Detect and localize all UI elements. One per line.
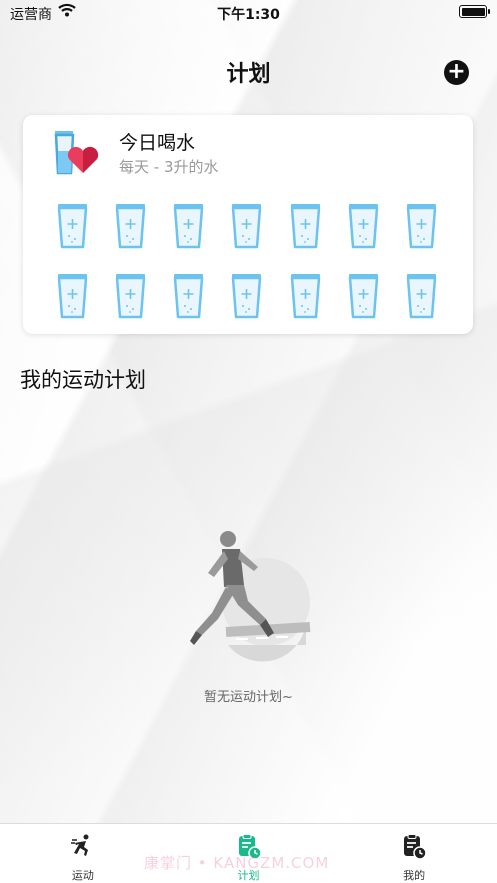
cup-row bbox=[57, 273, 437, 321]
water-cup-plus-icon[interactable] bbox=[57, 203, 88, 249]
page-title: 计划 bbox=[226, 62, 271, 87]
runner-icon bbox=[70, 834, 89, 856]
water-cup-plus-icon[interactable] bbox=[231, 273, 262, 319]
cup-row bbox=[57, 203, 437, 251]
water-cup-plus-icon[interactable] bbox=[290, 203, 321, 249]
water-cup-plus-icon[interactable] bbox=[290, 273, 321, 319]
water-cup-heart-icon bbox=[54, 131, 99, 175]
add-plan-button[interactable]: + bbox=[444, 60, 469, 85]
water-cup-plus-icon[interactable] bbox=[348, 273, 379, 319]
empty-state-text: 暂无运动计划~ bbox=[204, 690, 293, 705]
cup-grid bbox=[57, 203, 437, 343]
water-cup-plus-icon[interactable] bbox=[348, 203, 379, 249]
battery-icon bbox=[459, 5, 490, 18]
runner-illustration bbox=[190, 531, 311, 662]
water-cup-plus-icon[interactable] bbox=[115, 203, 146, 249]
tab-label: 运动 bbox=[71, 869, 94, 882]
watermark: 康掌门 • KANGZM.COM bbox=[144, 854, 330, 872]
water-card-subtitle: 每天 - 3升的水 bbox=[119, 158, 219, 176]
water-cup-plus-icon[interactable] bbox=[231, 203, 262, 249]
status-bar: 运营商 下午1:30 bbox=[0, 0, 497, 26]
water-cup-plus-icon[interactable] bbox=[406, 273, 437, 319]
tab-sport[interactable]: 运动 bbox=[0, 824, 166, 883]
water-cup-plus-icon[interactable] bbox=[173, 273, 204, 319]
water-cup-plus-icon[interactable] bbox=[173, 203, 204, 249]
water-card[interactable]: 今日喝水 每天 - 3升的水 bbox=[23, 115, 473, 334]
water-cup-plus-icon[interactable] bbox=[406, 203, 437, 249]
water-cup-plus-icon[interactable] bbox=[115, 273, 146, 319]
status-time: 下午1:30 bbox=[217, 7, 280, 23]
water-cup-plus-icon[interactable] bbox=[57, 273, 88, 319]
tab-mine[interactable]: 我的 bbox=[331, 824, 497, 883]
tab-label: 我的 bbox=[403, 869, 426, 882]
profile-clipboard-icon bbox=[404, 834, 427, 860]
section-title: 我的运动计划 bbox=[20, 368, 146, 392]
water-card-title: 今日喝水 bbox=[119, 132, 196, 154]
plus-circle-icon: + bbox=[447, 59, 466, 84]
